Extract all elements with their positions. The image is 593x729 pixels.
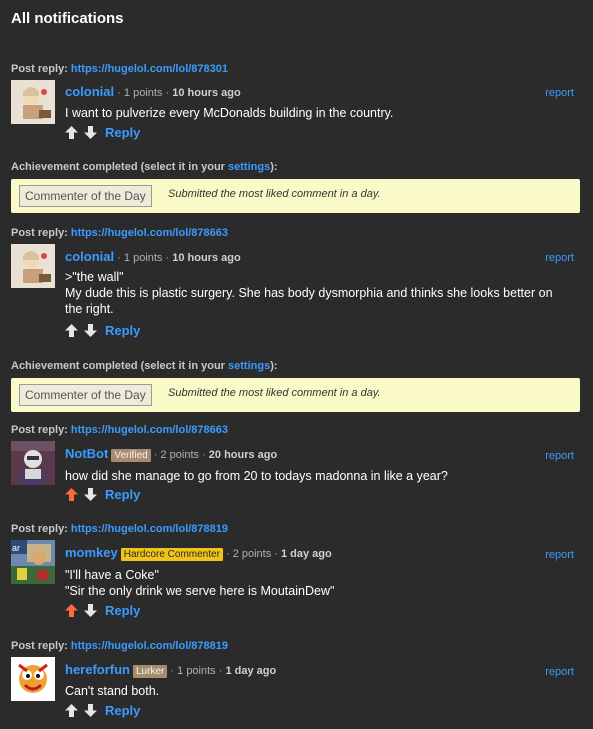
comment-line: how did she manage to go from 20 to toda… bbox=[65, 469, 448, 483]
comment-line: My dude this is plastic surgery. She has… bbox=[65, 286, 553, 300]
upvote-arrow-icon[interactable] bbox=[65, 324, 78, 338]
downvote-arrow-icon[interactable] bbox=[84, 604, 97, 618]
comment-text: I want to pulverize every McDonalds buil… bbox=[65, 105, 580, 121]
upvote-arrow-icon[interactable] bbox=[65, 126, 78, 140]
points: 2 points bbox=[160, 449, 199, 461]
comment-actions: Reply bbox=[65, 486, 140, 502]
upvote-arrow-icon[interactable] bbox=[65, 704, 78, 718]
reply-button[interactable]: Reply bbox=[105, 703, 140, 718]
notifications-page: All notifications Post reply: https://hu… bbox=[0, 0, 593, 729]
comment-line: the right. bbox=[65, 302, 114, 316]
username-link[interactable]: momkey bbox=[65, 545, 118, 560]
comment-line: Can't stand both. bbox=[65, 684, 160, 698]
post-link[interactable]: https://hugelol.com/lol/878663 bbox=[71, 424, 228, 436]
comment-text: >"the wall" My dude this is plastic surg… bbox=[65, 269, 580, 317]
post-reply-header: Post reply: https://hugelol.com/lol/8786… bbox=[11, 227, 228, 239]
post-link[interactable]: https://hugelol.com/lol/878819 bbox=[71, 523, 228, 535]
achievement-description: Submitted the most liked comment in a da… bbox=[168, 188, 381, 200]
reply-button[interactable]: Reply bbox=[105, 125, 140, 140]
comment-text: how did she manage to go from 20 to toda… bbox=[65, 468, 580, 484]
comment-meta: NotBot Verified · 2 points · 20 hours ago bbox=[65, 446, 278, 462]
points: 1 points bbox=[123, 252, 163, 264]
svg-text:ar: ar bbox=[12, 543, 20, 553]
achievement-header: Achievement completed (select it in your… bbox=[11, 360, 278, 372]
avatar[interactable] bbox=[11, 80, 55, 124]
comment-actions: Reply bbox=[65, 322, 140, 338]
comment-text: Can't stand both. bbox=[65, 683, 580, 699]
avatar[interactable] bbox=[11, 441, 55, 485]
comment-line: >"the wall" bbox=[65, 270, 124, 284]
timestamp: 1 day ago bbox=[225, 665, 277, 677]
timestamp: 1 day ago bbox=[281, 548, 332, 560]
comment-actions: Reply bbox=[65, 702, 140, 718]
achievement-box: Commenter of the Day Submitted the most … bbox=[11, 378, 580, 412]
post-reply-label: Post reply: bbox=[11, 227, 68, 239]
post-link[interactable]: https://hugelol.com/lol/878819 bbox=[71, 640, 228, 652]
report-link[interactable]: report bbox=[545, 666, 574, 678]
timestamp: 20 hours ago bbox=[208, 449, 278, 461]
hardcore-commenter-badge: Hardcore Commenter bbox=[120, 548, 223, 561]
post-link[interactable]: https://hugelol.com/lol/878301 bbox=[71, 63, 228, 75]
points: 1 points bbox=[177, 665, 216, 677]
achievement-label-end: ): bbox=[270, 360, 278, 372]
comment-meta: colonial · 1 points · 10 hours ago bbox=[65, 84, 241, 99]
post-reply-header: Post reply: https://hugelol.com/lol/8788… bbox=[11, 640, 228, 652]
comment-line: I want to pulverize every McDonalds buil… bbox=[65, 106, 394, 120]
avatar[interactable] bbox=[11, 244, 55, 288]
post-reply-label: Post reply: bbox=[11, 424, 68, 436]
post-reply-header: Post reply: https://hugelol.com/lol/8783… bbox=[11, 63, 228, 75]
comment-text: "I'll have a Coke" "Sir the only drink w… bbox=[65, 567, 580, 599]
comment-line: "Sir the only drink we serve here is Mou… bbox=[65, 584, 335, 598]
username-link[interactable]: colonial bbox=[65, 84, 114, 99]
downvote-arrow-icon[interactable] bbox=[84, 488, 97, 502]
settings-link[interactable]: settings bbox=[228, 360, 270, 372]
reply-button[interactable]: Reply bbox=[105, 487, 140, 502]
post-reply-header: Post reply: https://hugelol.com/lol/8786… bbox=[11, 424, 228, 436]
post-reply-label: Post reply: bbox=[11, 523, 68, 535]
achievement-name: Commenter of the Day bbox=[19, 185, 152, 207]
page-title: All notifications bbox=[11, 10, 124, 27]
comment-meta: hereforfun Lurker · 1 points · 1 day ago bbox=[65, 662, 277, 678]
comment-line: "I'll have a Coke" bbox=[65, 568, 159, 582]
downvote-arrow-icon[interactable] bbox=[84, 324, 97, 338]
downvote-arrow-icon[interactable] bbox=[84, 126, 97, 140]
comment-meta: momkey Hardcore Commenter · 2 points · 1 … bbox=[65, 545, 332, 561]
username-link[interactable]: colonial bbox=[65, 249, 114, 264]
reply-button[interactable]: Reply bbox=[105, 323, 140, 338]
post-link[interactable]: https://hugelol.com/lol/878663 bbox=[71, 227, 228, 239]
username-link[interactable]: hereforfun bbox=[65, 662, 130, 677]
points: 1 points bbox=[123, 87, 163, 99]
post-reply-label: Post reply: bbox=[11, 640, 68, 652]
lurker-badge: Lurker bbox=[133, 665, 168, 678]
achievement-label-end: ): bbox=[270, 161, 278, 173]
report-link[interactable]: report bbox=[545, 549, 574, 561]
verified-badge: Verified bbox=[111, 449, 151, 462]
achievement-label: Achievement completed (select it in your bbox=[11, 161, 229, 173]
achievement-description: Submitted the most liked comment in a da… bbox=[168, 387, 381, 399]
post-reply-header: Post reply: https://hugelol.com/lol/8788… bbox=[11, 523, 228, 535]
avatar[interactable] bbox=[11, 657, 55, 701]
comment-actions: Reply bbox=[65, 124, 140, 140]
achievement-box: Commenter of the Day Submitted the most … bbox=[11, 179, 580, 213]
comment-actions: Reply bbox=[65, 602, 140, 618]
points: 2 points bbox=[232, 548, 272, 560]
username-link[interactable]: NotBot bbox=[65, 446, 108, 461]
downvote-arrow-icon[interactable] bbox=[84, 704, 97, 718]
comment-meta: colonial · 1 points · 10 hours ago bbox=[65, 249, 241, 264]
report-link[interactable]: report bbox=[545, 252, 574, 264]
reply-button[interactable]: Reply bbox=[105, 603, 140, 618]
achievement-label: Achievement completed (select it in your bbox=[11, 360, 229, 372]
timestamp: 10 hours ago bbox=[172, 87, 241, 99]
achievement-name: Commenter of the Day bbox=[19, 384, 152, 406]
achievement-header: Achievement completed (select it in your… bbox=[11, 161, 278, 173]
report-link[interactable]: report bbox=[545, 87, 574, 99]
settings-link[interactable]: settings bbox=[228, 161, 270, 173]
avatar[interactable]: ar bbox=[11, 540, 55, 584]
upvote-arrow-icon[interactable] bbox=[65, 488, 78, 502]
report-link[interactable]: report bbox=[545, 450, 574, 462]
timestamp: 10 hours ago bbox=[172, 252, 241, 264]
post-reply-label: Post reply: bbox=[11, 63, 68, 75]
upvote-arrow-icon[interactable] bbox=[65, 604, 78, 618]
